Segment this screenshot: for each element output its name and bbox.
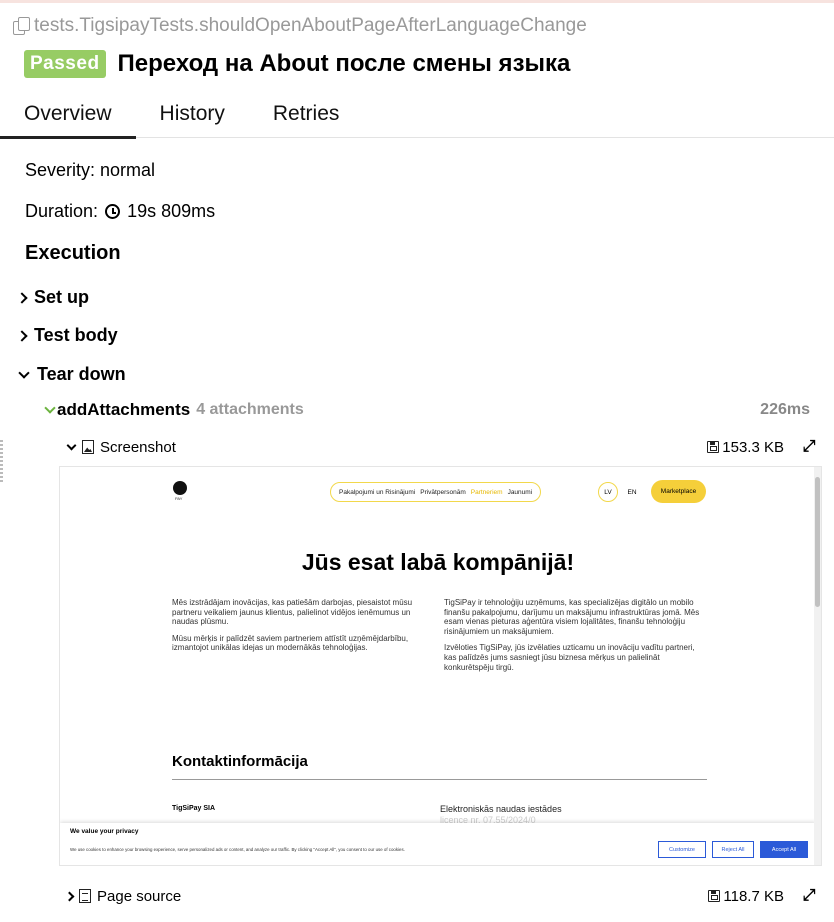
site-nav-item: Pakalpojumi un Risinājumi bbox=[339, 488, 416, 496]
tab-bar: Overview History Retries bbox=[0, 90, 834, 139]
duration-value: 19s 809ms bbox=[127, 201, 216, 221]
lang-en: EN bbox=[627, 488, 637, 496]
customize-button: Customize bbox=[658, 841, 706, 858]
tigsipay-logo bbox=[173, 481, 187, 495]
severity-text: Severity: normal bbox=[25, 160, 156, 180]
fullscreen-icon[interactable]: ⤢ bbox=[802, 887, 816, 905]
screenshot-preview: PAY Pakalpojumi un Risinājumi Privātpers… bbox=[59, 466, 822, 866]
tab-overview[interactable]: Overview bbox=[0, 90, 136, 139]
attachment-size-text: 118.7 KB bbox=[723, 887, 784, 905]
save-icon bbox=[707, 441, 720, 453]
attachment-screenshot[interactable]: Screenshot 153.3 KB ⤢ bbox=[66, 438, 816, 456]
marketplace-button: Marketplace bbox=[651, 480, 706, 503]
step-teardown[interactable]: Tear down bbox=[18, 364, 126, 385]
step-setup-label: Set up bbox=[34, 287, 90, 307]
step-add-attachments-label: addAttachments bbox=[57, 400, 191, 419]
company-name: TigSiPay SIA bbox=[172, 805, 216, 812]
attachment-count: 4 attachments bbox=[196, 401, 304, 418]
attachment-size[interactable]: 118.7 KB bbox=[708, 888, 784, 905]
step-setup[interactable]: Set up bbox=[16, 287, 90, 308]
paragraph: Izvēloties TigSiPay, jūs izvēlaties uzti… bbox=[444, 643, 695, 672]
page-title: Переход на About после смены языка bbox=[117, 50, 571, 77]
site-nav-item: Partneriem bbox=[470, 488, 503, 496]
preview-scrollbar[interactable] bbox=[814, 467, 821, 865]
contact-heading: Kontaktinformācija bbox=[172, 753, 308, 770]
duration-label: Duration: bbox=[25, 201, 99, 221]
right-column: TigSiPay ir tehnoloģiju uzņēmums, kas sp… bbox=[444, 598, 708, 679]
left-column: Mēs izstrādājam inovācijas, kas patiešām… bbox=[172, 598, 434, 660]
test-full-name-text: tests.TigsipayTests.shouldOpenAboutPageA… bbox=[34, 15, 587, 36]
reject-all-button: Reject All bbox=[712, 841, 754, 858]
paragraph: TigSiPay ir tehnoloģiju uzņēmums, kas sp… bbox=[444, 598, 700, 636]
duration-row: Duration: 19s 809ms bbox=[25, 201, 215, 222]
logo-text: PAY bbox=[175, 496, 183, 501]
fullscreen-icon[interactable]: ⤢ bbox=[802, 438, 816, 456]
clock-icon bbox=[105, 204, 121, 219]
chevron-right-icon bbox=[64, 891, 75, 901]
chevron-down-icon bbox=[44, 402, 56, 414]
chevron-down-icon bbox=[18, 366, 30, 379]
chevron-down-icon bbox=[66, 440, 77, 450]
copy-icon[interactable] bbox=[12, 17, 30, 35]
site-headline: Jūs esat labā kompānijā! bbox=[301, 549, 575, 575]
accept-all-button: Accept All bbox=[760, 841, 808, 858]
site-nav-item: Privātpersonām bbox=[420, 488, 466, 496]
attachment-size[interactable]: 153.3 KB bbox=[707, 439, 784, 456]
chevron-right-icon bbox=[16, 329, 28, 342]
status-badge: Passed bbox=[24, 50, 106, 78]
attachment-name: Page source bbox=[97, 887, 182, 905]
image-file-icon bbox=[82, 440, 94, 454]
lang-lv: LV bbox=[598, 482, 618, 502]
resize-handle[interactable] bbox=[0, 440, 3, 484]
step-teardown-label: Tear down bbox=[37, 364, 126, 384]
paragraph: Mēs izstrādājam inovācijas, kas patiešām… bbox=[172, 598, 413, 627]
cookie-banner: We value your privacy We use cookies to … bbox=[60, 823, 816, 865]
step-test-body-label: Test body bbox=[34, 325, 118, 345]
tab-history[interactable]: History bbox=[136, 90, 249, 138]
site-nav-item: Jaunumi bbox=[507, 488, 533, 496]
test-full-name: tests.TigsipayTests.shouldOpenAboutPageA… bbox=[12, 15, 587, 37]
paragraph: Mūsu mērķis ir palīdzēt saviem partnerie… bbox=[172, 633, 409, 653]
step-duration: 226ms bbox=[760, 401, 810, 418]
chevron-right-icon bbox=[16, 291, 28, 304]
top-border bbox=[0, 0, 834, 3]
title-row: Passed Переход на About после смены язык… bbox=[24, 50, 570, 78]
divider bbox=[172, 779, 707, 780]
institution-text: Elektroniskās naudas iestādes bbox=[440, 804, 562, 814]
cookie-text: We use cookies to enhance your browsing … bbox=[70, 847, 405, 852]
save-icon bbox=[708, 890, 721, 902]
tab-retries[interactable]: Retries bbox=[249, 90, 364, 138]
text-file-icon bbox=[79, 889, 91, 903]
site-nav: Pakalpojumi un Risinājumi Privātpersonām… bbox=[330, 482, 542, 502]
attachment-size-text: 153.3 KB bbox=[722, 438, 784, 456]
execution-heading: Execution bbox=[25, 242, 121, 264]
attachment-name: Screenshot bbox=[100, 438, 176, 456]
step-add-attachments[interactable]: addAttachments 4 attachments 226ms bbox=[44, 400, 810, 420]
attachment-page-source[interactable]: Page source 118.7 KB ⤢ bbox=[64, 887, 816, 905]
cookie-title: We value your privacy bbox=[70, 828, 139, 835]
step-test-body[interactable]: Test body bbox=[16, 325, 118, 346]
